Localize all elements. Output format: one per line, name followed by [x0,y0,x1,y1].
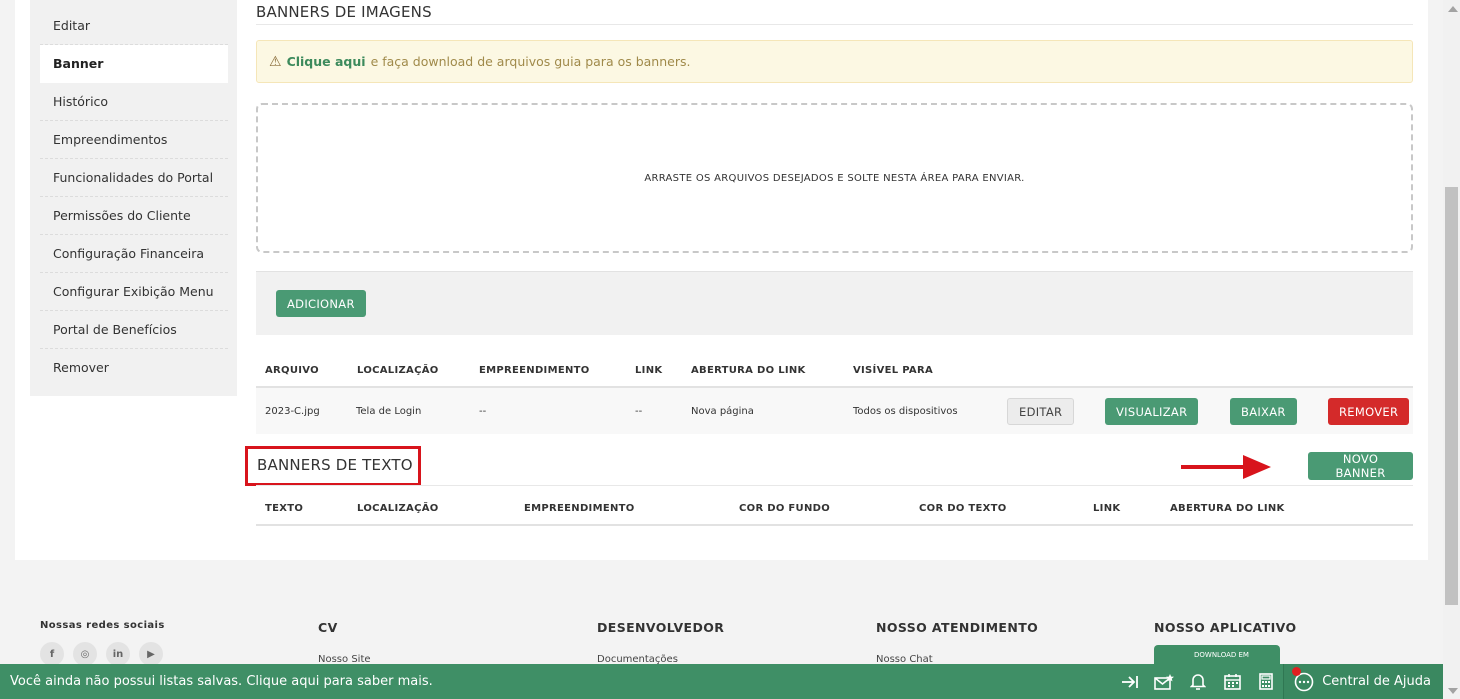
sidebar-item-funcionalidades[interactable]: Funcionalidades do Portal [40,159,228,197]
cell-visivel: Todos os dispositivos [853,406,958,417]
column-header: VISÍVEL PARA [853,365,933,376]
column-header: LINK [635,365,663,376]
column-header: LOCALIZAÇÃO [357,503,439,514]
column-header: EMPREENDIMENTO [479,365,590,376]
text-table-header: TEXTO LOCALIZAÇÃO EMPREENDIMENTO COR DO … [256,494,1413,526]
help-center-button[interactable]: Central de Ajuda [1283,664,1443,699]
remove-button[interactable]: REMOVER [1328,398,1410,425]
download-button[interactable]: BAIXAR [1230,398,1297,425]
cell-link: -- [635,406,643,417]
calendar-icon[interactable] [1215,664,1249,699]
arrow-right-icon [1181,455,1271,479]
saved-lists-message[interactable]: Você ainda não possui listas salvas. Cli… [0,674,1113,689]
footer-col-title-dev: DESENVOLVEDOR [597,620,725,635]
scrollbar-thumb[interactable] [1445,187,1458,605]
column-header: COR DO FUNDO [739,503,831,514]
footer-col-title-atendimento: NOSSO ATENDIMENTO [876,620,1039,635]
cell-arquivo: 2023-C.jpg [265,406,320,417]
column-header: ABERTURA DO LINK [1170,503,1285,514]
bell-icon[interactable] [1181,664,1215,699]
facebook-icon[interactable]: f [40,642,64,666]
warning-icon: ⚠ [269,53,282,70]
add-bar: ADICIONAR [256,271,1413,335]
calculator-icon[interactable] [1249,664,1283,699]
sidebar-item-permissoes[interactable]: Permissões do Cliente [40,197,228,235]
sidebar-item-empreendimentos[interactable]: Empreendimentos [40,121,228,159]
footer-col-title-app: NOSSO APLICATIVO [1154,620,1297,635]
images-table-header: ARQUIVO LOCALIZAÇÃO EMPREENDIMENTO LINK … [256,356,1413,388]
section-header-imagens: BANNERS DE IMAGENS [256,2,1413,25]
sidebar-item-remover[interactable]: Remover [40,349,228,387]
store-text: DOWNLOAD EM [1194,651,1249,659]
sidebar-item-config-financeira[interactable]: Configuração Financeira [40,235,228,273]
instagram-icon[interactable]: ◎ [73,642,97,666]
dropzone-text: ARRASTE OS ARQUIVOS DESEJADOS E SOLTE NE… [644,172,1025,184]
column-header: COR DO TEXTO [919,503,1007,514]
column-header: LOCALIZAÇÃO [357,365,439,376]
view-button[interactable]: VISUALIZAR [1105,398,1199,425]
file-dropzone[interactable]: ARRASTE OS ARQUIVOS DESEJADOS E SOLTE NE… [256,103,1413,253]
linkedin-icon[interactable]: in [106,642,130,666]
new-banner-button[interactable]: NOVO BANNER [1308,452,1413,480]
column-header: EMPREENDIMENTO [524,503,635,514]
mail-star-icon[interactable] [1147,664,1181,699]
sidebar-item-historico[interactable]: Histórico [40,83,228,121]
sidebar-menu: Editar Banner Histórico Empreendimentos … [30,0,237,396]
sidebar-item-config-menu[interactable]: Configurar Exibição Menu [40,273,228,311]
social-title: Nossas redes sociais [40,620,165,631]
table-row: 2023-C.jpg Tela de Login -- -- Nova pági… [256,388,1413,434]
youtube-icon[interactable]: ▶ [139,642,163,666]
divider [256,485,1413,486]
collapse-icon[interactable] [1113,664,1147,699]
help-center-label: Central de Ajuda [1322,674,1431,689]
edit-button[interactable]: EDITAR [1007,398,1075,425]
footer-col-title-cv: CV [318,620,338,635]
column-header: ABERTURA DO LINK [691,365,806,376]
column-header: ARQUIVO [265,365,319,376]
bottom-bar: Você ainda não possui listas salvas. Cli… [0,664,1443,699]
add-button[interactable]: ADICIONAR [276,290,366,317]
section-title-texto: BANNERS DE TEXTO [257,456,413,474]
scroll-down-arrow[interactable] [1448,688,1458,694]
download-guide-link[interactable]: Clique aqui [287,54,366,69]
alert-text: e faça download de arquivos guia para os… [370,54,691,69]
cell-localizacao: Tela de Login [356,406,422,417]
sidebar-item-banner[interactable]: Banner [40,45,228,83]
column-header: TEXTO [265,503,304,514]
cell-empreendimento: -- [479,406,487,417]
scroll-up-arrow[interactable] [1448,6,1458,12]
section-title-imagens: BANNERS DE IMAGENS [256,3,432,21]
sidebar-item-beneficios[interactable]: Portal de Benefícios [40,311,228,349]
cell-abertura: Nova página [691,406,754,417]
sidebar-item-editar[interactable]: Editar [40,7,228,45]
download-guide-alert: ⚠ Clique aqui e faça download de arquivo… [256,40,1413,83]
column-header: LINK [1093,503,1121,514]
